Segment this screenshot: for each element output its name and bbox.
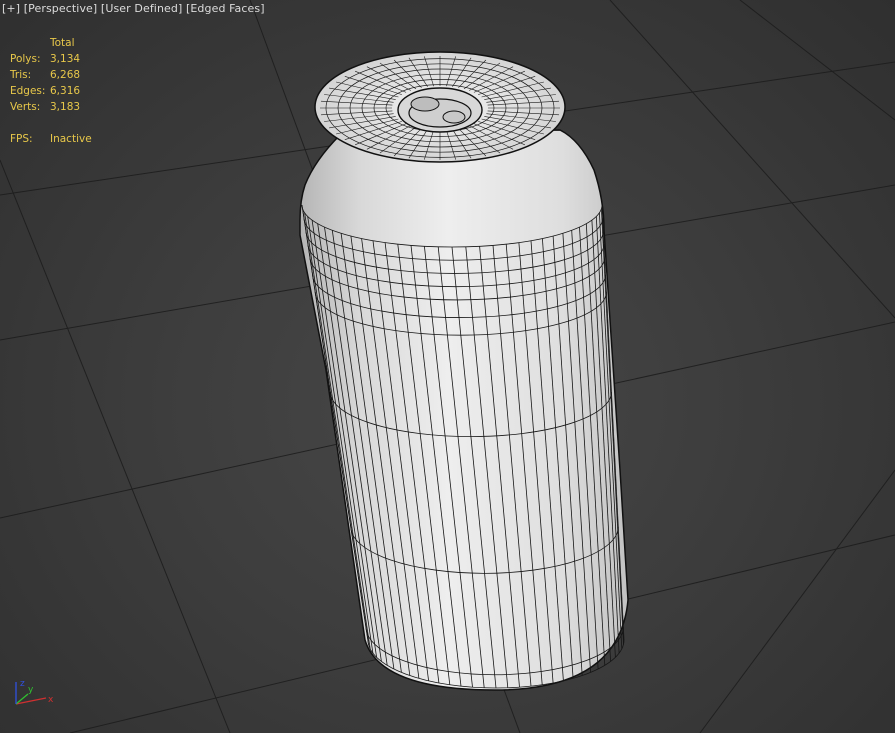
viewport-camera-menu[interactable]: [User Defined] [101, 2, 182, 15]
axis-x-label: x [48, 695, 54, 705]
viewport-view-menu[interactable]: [Perspective] [24, 2, 98, 15]
stats-header: Total [50, 37, 75, 49]
stats-key: Tris: [10, 69, 32, 81]
stats-row-fps: FPS: Inactive [10, 131, 92, 147]
axis-tripod-icon: x y z [15, 679, 54, 705]
axis-z-label: z [20, 679, 25, 689]
stats-key: Verts: [10, 101, 41, 113]
viewport-scene[interactable] [0, 0, 895, 733]
stats-header-row: Total [10, 35, 92, 51]
stats-key: Edges: [10, 85, 46, 97]
viewport-perspective[interactable]: [+] [Perspective] [User Defined] [Edged … [0, 0, 895, 733]
stats-row-polys: Polys: 3,134 [10, 51, 92, 67]
viewport-menu-button[interactable]: [+] [2, 2, 20, 15]
stats-row-edges: Edges: 6,316 [10, 83, 92, 99]
fps-value: Inactive [50, 133, 92, 145]
stats-value: 3,183 [50, 101, 81, 113]
stats-value: 6,268 [50, 69, 81, 81]
stats-row-verts: Verts: 3,183 [10, 99, 92, 115]
stats-row-tris: Tris: 6,268 [10, 67, 92, 83]
fps-label: FPS: [10, 133, 33, 145]
pull-tab [397, 87, 483, 133]
stats-value: 3,134 [50, 53, 81, 65]
axis-y-label: y [28, 685, 34, 695]
viewport-statistics: Total Polys: 3,134 Tris: 6,268 Edges: 6,316… [10, 35, 92, 147]
stats-key: Polys: [10, 53, 41, 65]
stats-value: 6,316 [50, 85, 81, 97]
viewport-shading-menu[interactable]: [Edged Faces] [186, 2, 265, 15]
soda-can-mesh[interactable] [299, 51, 629, 691]
viewport-label: [+] [Perspective] [User Defined] [Edged … [2, 2, 265, 15]
